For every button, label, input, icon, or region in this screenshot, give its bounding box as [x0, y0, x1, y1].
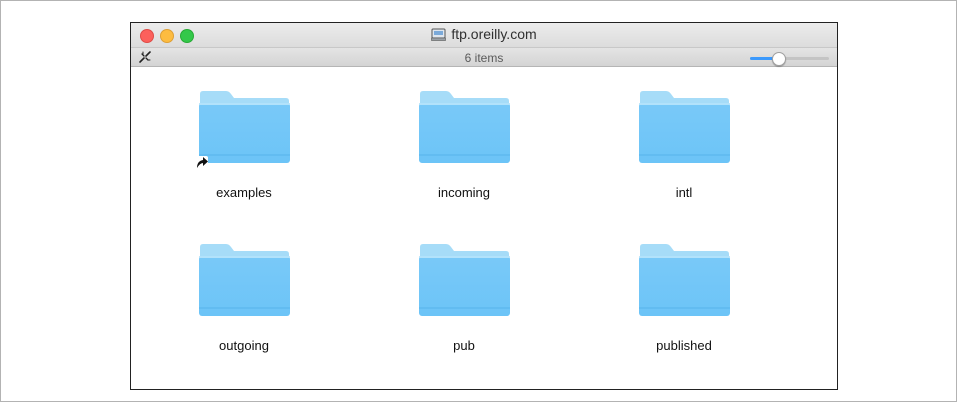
screenshot-frame: ftp.oreilly.com 6 items examples incoming…	[0, 0, 957, 402]
folder-alias-icon[interactable]	[194, 90, 290, 170]
status-bar: 6 items	[131, 47, 837, 67]
folder-item[interactable]: intl	[609, 67, 759, 200]
window-title-text: ftp.oreilly.com	[451, 26, 537, 42]
file-grid: examples incoming intl outgoing pub published	[131, 67, 837, 389]
slider-knob[interactable]	[771, 52, 786, 66]
title-bar[interactable]: ftp.oreilly.com	[131, 23, 837, 47]
folder-label: pub	[453, 338, 475, 353]
folder-icon[interactable]	[418, 243, 510, 317]
folder-item[interactable]: outgoing	[169, 220, 319, 353]
folder-item[interactable]: pub	[389, 220, 539, 353]
icon-size-slider[interactable]	[750, 52, 829, 66]
folder-icon[interactable]	[198, 243, 290, 317]
folder-label: examples	[216, 185, 272, 200]
folder-item[interactable]: examples	[169, 67, 319, 200]
folder-label: incoming	[437, 185, 491, 200]
folder-label: published	[656, 338, 712, 353]
folder-icon[interactable]	[638, 90, 730, 164]
server-icon	[431, 28, 447, 41]
folder-item[interactable]: published	[609, 220, 759, 353]
item-count: 6 items	[464, 51, 504, 65]
folder-item[interactable]: incoming	[389, 67, 539, 200]
alias-arrow-icon	[193, 155, 209, 171]
window-title: ftp.oreilly.com	[131, 26, 837, 42]
folder-icon[interactable]	[418, 90, 510, 164]
finder-window: ftp.oreilly.com 6 items examples incoming…	[130, 22, 838, 390]
folder-icon[interactable]	[638, 243, 730, 317]
folder-label: outgoing	[219, 338, 269, 353]
folder-label: intl	[675, 185, 693, 200]
